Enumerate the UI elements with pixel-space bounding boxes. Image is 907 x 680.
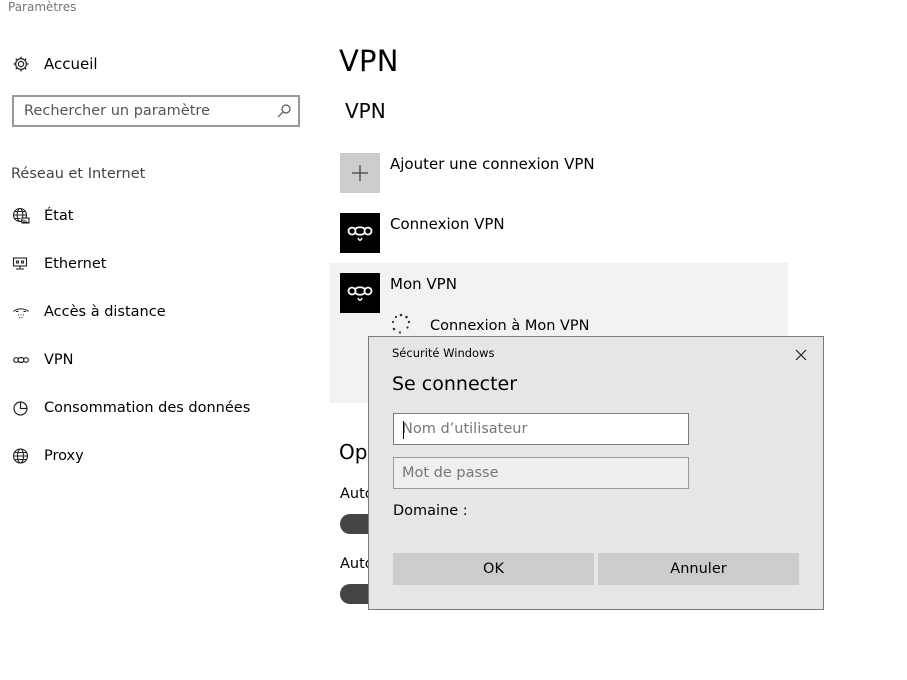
vpn-icon (340, 213, 380, 253)
text-caret (403, 421, 404, 439)
sidebar-item-label: VPN (44, 352, 74, 368)
sidebar-item-label: Consommation des données (44, 400, 251, 416)
sidebar-item-vpn[interactable]: VPN (12, 349, 74, 371)
globe-status-icon (12, 207, 30, 225)
sidebar-item-label: Proxy (44, 448, 84, 464)
dialog-title: Sécurité Windows (392, 346, 495, 360)
page-title: VPN (339, 44, 399, 78)
ethernet-icon (12, 255, 30, 273)
windows-security-dialog: Sécurité Windows Se connecter Domaine : … (368, 336, 824, 610)
username-input[interactable] (394, 414, 688, 444)
sidebar-item-label: État (44, 208, 74, 224)
home-label: Accueil (44, 55, 98, 73)
sidebar-item-ethernet[interactable]: Ethernet (12, 253, 106, 275)
domain-label: Domaine : (393, 503, 468, 519)
search-icon[interactable] (276, 103, 292, 119)
globe-icon (12, 447, 30, 465)
home-link[interactable]: Accueil (12, 54, 98, 74)
password-input[interactable] (394, 458, 688, 488)
sidebar-item-dialup[interactable]: Accès à distance (12, 301, 166, 323)
cancel-button[interactable]: Annuler (598, 553, 799, 585)
close-icon (795, 349, 807, 361)
vpn-icon (12, 351, 30, 369)
sidebar-item-label: Accès à distance (44, 304, 166, 320)
dialup-icon (12, 303, 30, 321)
close-button[interactable] (791, 345, 811, 365)
gear-icon (12, 55, 30, 73)
sidebar-item-label: Ethernet (44, 256, 107, 272)
password-field (393, 457, 689, 489)
vpn-connection-item[interactable]: Mon VPN (340, 273, 457, 313)
username-field (393, 413, 689, 445)
vpn-connection-item[interactable]: Connexion VPN (340, 213, 505, 253)
data-usage-icon (12, 399, 30, 417)
sidebar-item-proxy[interactable]: Proxy (12, 445, 84, 467)
search-box (12, 95, 300, 127)
add-vpn-button[interactable]: Ajouter une connexion VPN (340, 153, 595, 193)
plus-icon (340, 153, 380, 193)
add-vpn-label: Ajouter une connexion VPN (390, 155, 595, 173)
vpn-connection-name: Connexion VPN (390, 215, 505, 233)
ok-button[interactable]: OK (393, 553, 594, 585)
window-title: Paramètres (8, 0, 77, 14)
connecting-text: Connexion à Mon VPN (430, 318, 590, 334)
section-heading: VPN (345, 99, 386, 123)
vpn-connection-name: Mon VPN (390, 275, 457, 293)
sidebar-item-status[interactable]: État (12, 205, 73, 227)
vpn-icon (340, 273, 380, 313)
search-input[interactable] (14, 97, 274, 125)
sidebar-item-data-usage[interactable]: Consommation des données (12, 397, 250, 419)
section-title: Réseau et Internet (11, 166, 146, 182)
dialog-heading: Se connecter (392, 373, 518, 395)
